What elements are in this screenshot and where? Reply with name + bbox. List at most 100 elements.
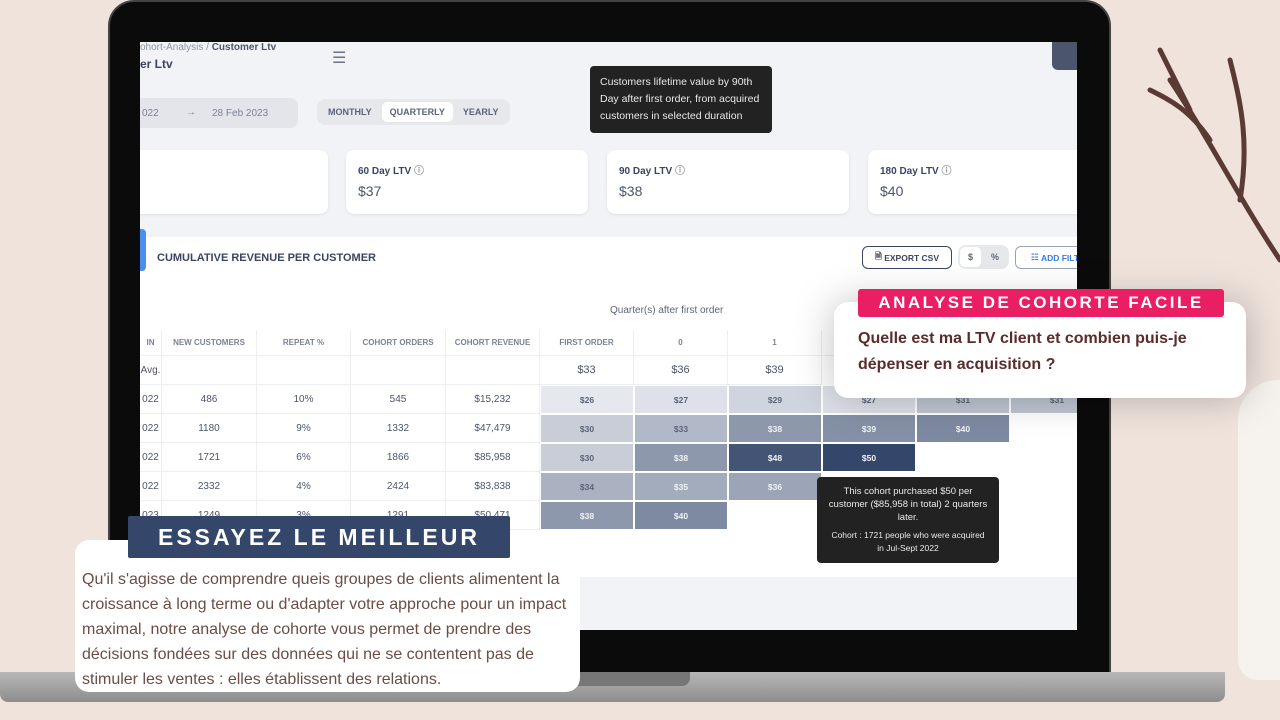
breadcrumb: ohort-Analysis / Customer Ltv [140, 42, 276, 53]
avg-empty [162, 356, 257, 385]
hamburger-menu-icon[interactable]: ☰ [332, 48, 346, 68]
kpi-card-180-day: 180 Day LTV ⓘ $40 [868, 150, 1077, 214]
heatmap-cell[interactable]: $40 [916, 414, 1010, 443]
unit-dollar[interactable]: $ [960, 247, 982, 267]
avg-value: $39 [728, 356, 822, 385]
kpi-card-partial [140, 150, 328, 214]
panel-title: CUMULATIVE REVENUE PER CUSTOMER [157, 252, 377, 264]
export-label: EXPORT CSV [884, 252, 939, 263]
cell-repeat: 9% [257, 414, 351, 443]
heatmap-cell[interactable]: $38 [634, 443, 728, 472]
kpi-label: 60 Day LTV ⓘ [358, 166, 424, 177]
kpi-value: $40 [880, 183, 904, 199]
tooltip-line1: This cohort purchased $50 per customer (… [828, 486, 988, 523]
heatmap-cell[interactable]: $38 [728, 414, 822, 443]
heatmap-cell[interactable]: $35 [634, 472, 728, 501]
kpi-value: $37 [358, 183, 382, 199]
heatmap-cell[interactable]: $39 [822, 414, 916, 443]
cell-repeat: 4% [257, 472, 351, 501]
granularity-quarterly[interactable]: QUARTERLY [381, 102, 453, 122]
kpi-value: $38 [619, 183, 643, 199]
promo-tag-top: ANALYSE DE COHORTE FACILE [858, 289, 1224, 317]
heatmap-cell[interactable]: $33 [634, 414, 728, 443]
file-icon: 🗎 [875, 250, 885, 261]
heatmap-cell[interactable]: $40 [634, 501, 728, 530]
avg-value: $33 [540, 356, 634, 385]
heatmap-cell[interactable]: $50 [822, 443, 916, 472]
heatmap-cell[interactable]: $29 [728, 385, 822, 414]
info-icon[interactable]: ⓘ [675, 166, 685, 177]
cell-cohort: 022 [140, 385, 162, 414]
kpi-label: 90 Day LTV ⓘ [619, 166, 685, 177]
arrow-right-icon: → [186, 107, 196, 118]
avg-empty [446, 356, 540, 385]
export-csv-button[interactable]: 🗎 EXPORT CSV [862, 246, 952, 269]
cell-new: 2332 [162, 472, 257, 501]
add-filter-label: ADD FILT [1040, 252, 1077, 263]
page-title: er Ltv [140, 57, 173, 71]
granularity-yearly[interactable]: YEARLY [455, 102, 507, 122]
cell-new: 1721 [162, 443, 257, 472]
promo-question: Quelle est ma LTV client et combien puis… [858, 330, 1187, 373]
kpi-card-60-day: 60 Day LTV ⓘ $37 [346, 150, 588, 214]
column-header: FIRST ORDER [540, 330, 634, 356]
cell-new: 1180 [162, 414, 257, 443]
breadcrumb-parent[interactable]: ohort-Analysis [140, 42, 203, 53]
promo-tag-bottom: ESSAYEZ LE MEILLEUR [128, 516, 510, 558]
promo-body: Qu'il s'agisse de comprendre queis group… [82, 571, 567, 688]
cell-cohort: 022 [140, 443, 162, 472]
column-header: NEW CUSTOMERS [162, 330, 257, 356]
column-header: COHORT ORDERS [351, 330, 446, 356]
cell-tooltip: This cohort purchased $50 per customer (… [817, 477, 999, 563]
cell-revenue: $15,232 [446, 385, 540, 414]
cell-revenue: $85,958 [446, 443, 540, 472]
column-header: 0 [634, 330, 728, 356]
cell-new: 486 [162, 385, 257, 414]
cell-repeat: 6% [257, 443, 351, 472]
filter-icon: ☷ [1030, 252, 1041, 262]
cell-cohort: 022 [140, 414, 162, 443]
cell-repeat: 10% [257, 385, 351, 414]
heatmap-cell[interactable]: $26 [540, 385, 634, 414]
avg-empty [257, 356, 351, 385]
tooltip-line2: Cohort : 1721 people who were acquired i… [831, 530, 985, 553]
add-filter-button[interactable]: ☷ ADD FILT [1015, 246, 1077, 269]
heatmap-cell[interactable]: $27 [634, 385, 728, 414]
heatmap-cell[interactable]: $36 [728, 472, 822, 501]
cell-orders: 1866 [351, 443, 446, 472]
column-header: REPEAT % [257, 330, 351, 356]
heatmap-cell[interactable]: $34 [540, 472, 634, 501]
kpi-card-90-day: 90 Day LTV ⓘ $38 [607, 150, 849, 214]
avg-label: Avg. [140, 356, 162, 385]
cell-revenue: $83,838 [446, 472, 540, 501]
vase-decoration [1238, 380, 1280, 680]
date-start: 022 [142, 108, 159, 119]
granularity-toggle: MONTHLY QUARTERLY YEARLY [317, 99, 510, 125]
branch-decoration [1147, 47, 1280, 263]
cell-orders: 545 [351, 385, 446, 414]
column-header: IN [140, 330, 162, 356]
column-header: COHORT REVENUE [446, 330, 540, 356]
kpi-tooltip: Customers lifetime value by 90th Day aft… [590, 66, 772, 133]
avg-empty [351, 356, 446, 385]
avg-value: $36 [634, 356, 728, 385]
top-right-button[interactable] [1052, 42, 1077, 70]
panel-accent [140, 229, 146, 271]
cell-cohort: 022 [140, 472, 162, 501]
cell-orders: 2424 [351, 472, 446, 501]
unit-percent[interactable]: % [983, 247, 1007, 267]
quarter-group-label: Quarter(s) after first order [610, 305, 724, 316]
date-end: 28 Feb 2023 [212, 108, 269, 119]
column-header: 1 [728, 330, 822, 356]
info-icon[interactable]: ⓘ [414, 166, 424, 177]
heatmap-cell[interactable]: $30 [540, 414, 634, 443]
heatmap-cell[interactable]: $30 [540, 443, 634, 472]
heatmap-cell[interactable]: $48 [728, 443, 822, 472]
granularity-monthly[interactable]: MONTHLY [320, 102, 380, 122]
info-icon[interactable]: ⓘ [942, 166, 952, 177]
kpi-label: 180 Day LTV ⓘ [880, 166, 952, 177]
cell-revenue: $47,479 [446, 414, 540, 443]
cell-orders: 1332 [351, 414, 446, 443]
heatmap-cell[interactable]: $38 [540, 501, 634, 530]
date-range-picker[interactable]: 022 → 28 Feb 2023 [140, 98, 298, 128]
